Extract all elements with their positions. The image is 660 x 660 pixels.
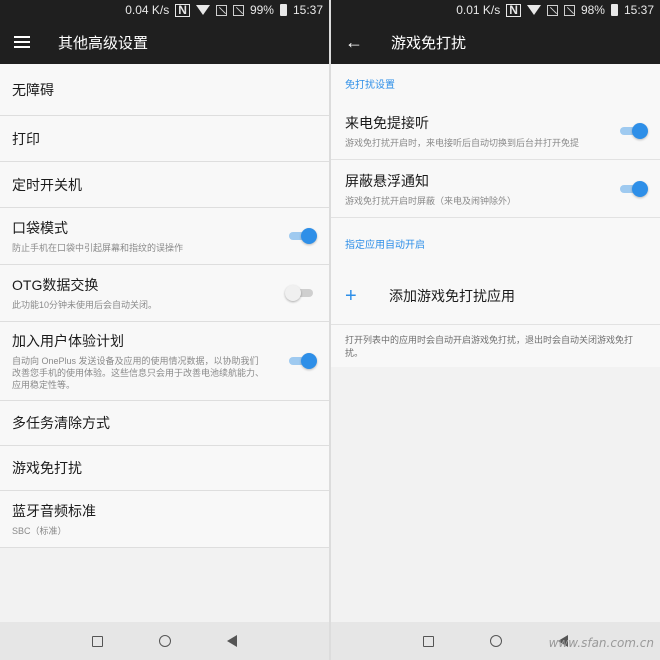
recents-icon[interactable] bbox=[92, 635, 103, 647]
network-speed: 0.04 K/s bbox=[125, 3, 170, 17]
setting-scheduled-power[interactable]: 定时开关机 bbox=[0, 162, 329, 208]
setting-title: 无障碍 bbox=[12, 81, 54, 98]
setting-title: 口袋模式 bbox=[12, 220, 68, 236]
setting-title: 打印 bbox=[12, 130, 40, 147]
nfc-icon: N bbox=[506, 3, 521, 17]
block-notifications-toggle[interactable] bbox=[618, 180, 648, 197]
setting-multitask-clear[interactable]: 多任务清除方式 bbox=[0, 401, 329, 446]
wifi-icon bbox=[195, 5, 210, 15]
hint-text: 打开列表中的应用时会自动开启游戏免打扰，退出时会自动关闭游戏免打扰。 bbox=[345, 335, 634, 358]
setting-game-mode[interactable]: 游戏免打扰 bbox=[0, 446, 329, 491]
add-app-label: 添加游戏免打扰应用 bbox=[389, 288, 515, 304]
setting-title: 来电免提接听 bbox=[345, 114, 429, 131]
section-header: 指定应用自动开启 bbox=[345, 239, 425, 251]
pocket-mode-toggle[interactable] bbox=[287, 228, 317, 244]
setting-title: 多任务清除方式 bbox=[12, 415, 110, 431]
setting-block-notifications[interactable]: 屏蔽悬浮通知 游戏免打扰开启时屏蔽（来电及闹钟除外） bbox=[331, 160, 660, 218]
user-experience-toggle[interactable] bbox=[287, 353, 317, 369]
app-bar: ← 游戏免打扰 bbox=[331, 20, 660, 64]
setting-user-experience[interactable]: 加入用户体验计划 自动向 OnePlus 发送设备及应用的使用情况数据，以协助我… bbox=[0, 322, 329, 401]
section-header: 免打扰设置 bbox=[345, 79, 395, 91]
page-title: 其他高级设置 bbox=[58, 34, 149, 52]
setting-pocket-mode[interactable]: 口袋模式 防止手机在口袋中引起屏幕和指纹的误操作 bbox=[0, 208, 329, 265]
home-icon[interactable] bbox=[159, 635, 171, 647]
setting-bluetooth-audio[interactable]: 蓝牙音频标准 SBC（标准） bbox=[0, 491, 329, 548]
clock: 15:37 bbox=[292, 3, 323, 17]
setting-otg[interactable]: OTG数据交换 此功能10分钟未使用后会自动关闭。 bbox=[0, 265, 329, 322]
setting-title: 游戏免打扰 bbox=[12, 460, 82, 476]
right-screen: 0.01 K/s N 98% 15:37 ← 游戏免打扰 免打扰设置 来电免提接… bbox=[331, 0, 660, 660]
setting-subtitle: 游戏免打扰开启时，来电接听后自动切换到后台并打开免提 bbox=[345, 137, 580, 148]
back-nav-icon[interactable] bbox=[227, 635, 237, 647]
clock: 15:37 bbox=[623, 3, 654, 17]
setting-subtitle: SBC（标准） bbox=[12, 526, 67, 536]
left-screen: 0.04 K/s N 99% 15:37 其他高级设置 无障碍 打印 定时开关机… bbox=[0, 0, 329, 660]
home-icon[interactable] bbox=[490, 635, 502, 647]
setting-title: 蓝牙音频标准 bbox=[12, 503, 96, 519]
setting-subtitle: 此功能10分钟未使用后会自动关闭。 bbox=[12, 300, 158, 310]
settings-list: 无障碍 打印 定时开关机 口袋模式 防止手机在口袋中引起屏幕和指纹的误操作 OT… bbox=[0, 64, 329, 548]
setting-subtitle: 防止手机在口袋中引起屏幕和指纹的误操作 bbox=[12, 243, 184, 253]
otg-toggle[interactable] bbox=[285, 285, 315, 301]
no-sim-icon bbox=[546, 4, 558, 16]
setting-title: OTG数据交换 bbox=[12, 277, 99, 293]
setting-title: 定时开关机 bbox=[12, 176, 82, 193]
no-sim-icon bbox=[215, 4, 227, 16]
network-speed: 0.01 K/s bbox=[456, 3, 501, 17]
status-bar: 0.04 K/s N 99% 15:37 bbox=[0, 0, 329, 20]
add-app-button[interactable]: + 添加游戏免打扰应用 bbox=[331, 268, 660, 324]
nfc-icon: N bbox=[175, 3, 190, 17]
watermark: www.sfan.com.cn bbox=[548, 636, 654, 650]
back-arrow-icon[interactable]: ← bbox=[345, 33, 363, 51]
navigation-bar bbox=[0, 622, 329, 660]
game-mode-settings: 免打扰设置 来电免提接听 游戏免打扰开启时，来电接听后自动切换到后台并打开免提 … bbox=[331, 64, 660, 367]
no-sim-icon bbox=[563, 4, 575, 16]
setting-subtitle: 自动向 OnePlus 发送设备及应用的使用情况数据，以协助我们改善您手机的使用… bbox=[12, 356, 265, 390]
setting-print[interactable]: 打印 bbox=[0, 116, 329, 162]
no-sim-icon bbox=[232, 4, 244, 16]
battery-icon bbox=[610, 4, 618, 16]
page-title: 游戏免打扰 bbox=[391, 34, 467, 52]
setting-accessibility[interactable]: 无障碍 bbox=[0, 64, 329, 116]
plus-icon: + bbox=[345, 284, 357, 307]
battery-percent: 99% bbox=[249, 3, 274, 17]
recents-icon[interactable] bbox=[423, 635, 434, 647]
battery-icon bbox=[279, 4, 287, 16]
navigation-bar: www.sfan.com.cn bbox=[331, 622, 660, 660]
setting-handsfree-answer[interactable]: 来电免提接听 游戏免打扰开启时，来电接听后自动切换到后台并打开免提 bbox=[331, 102, 660, 160]
setting-title: 屏蔽悬浮通知 bbox=[345, 172, 429, 189]
app-bar: 其他高级设置 bbox=[0, 20, 329, 64]
setting-title: 加入用户体验计划 bbox=[12, 333, 124, 349]
battery-percent: 98% bbox=[580, 3, 605, 17]
handsfree-toggle[interactable] bbox=[618, 122, 648, 139]
status-bar: 0.01 K/s N 98% 15:37 bbox=[331, 0, 660, 20]
menu-icon[interactable] bbox=[14, 36, 30, 48]
setting-subtitle: 游戏免打扰开启时屏蔽（来电及闹钟除外） bbox=[345, 195, 517, 206]
wifi-icon bbox=[526, 5, 541, 15]
